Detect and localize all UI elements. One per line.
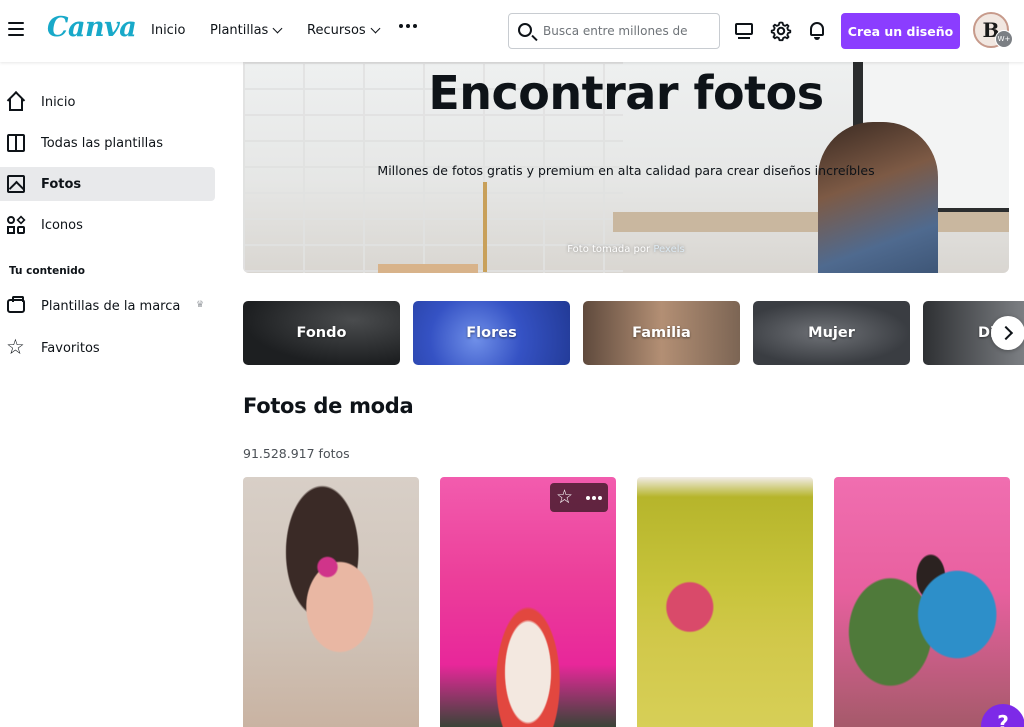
canva-logo[interactable]: Canva: [47, 12, 137, 43]
brand-kit-icon: [7, 296, 25, 313]
menu-icon[interactable]: [8, 22, 24, 38]
category-label: Flores: [466, 325, 517, 341]
photo-actions: ☆: [550, 483, 608, 512]
category-label: Fondo: [296, 325, 347, 341]
shapes-icon: [7, 215, 26, 234]
more-icon[interactable]: [399, 24, 417, 28]
sidebar-item-label: Inicio: [41, 94, 76, 110]
sidebar-item-plantillas-marca[interactable]: Plantillas de la marca ♛: [0, 289, 215, 323]
sidebar-section-heading: Tu contenido: [9, 265, 85, 277]
more-options-icon[interactable]: [579, 483, 608, 512]
search-input[interactable]: [543, 24, 713, 38]
photo-woman-with-orchid[interactable]: [243, 477, 419, 727]
photo-icon: [7, 175, 25, 193]
sidebar-item-inicio[interactable]: Inicio: [0, 85, 215, 119]
sidebar-item-plantillas[interactable]: Todas las plantillas: [0, 126, 215, 160]
sidebar-item-label: Favoritos: [41, 340, 100, 356]
photo-credit: Foto tomada por Pexels: [243, 244, 1009, 255]
crown-icon: ♛: [196, 300, 205, 310]
nav-plantillas-label: Plantillas: [210, 23, 269, 38]
category-familia[interactable]: Familia: [583, 301, 740, 365]
category-carousel: Fondo Flores Familia Mujer Di: [243, 301, 1024, 365]
category-label: Familia: [632, 325, 691, 341]
section-title: Fotos de moda: [243, 394, 414, 418]
category-mujer[interactable]: Mujer: [753, 301, 910, 365]
category-label: Mujer: [808, 325, 855, 341]
hero-subtitle: Millones de fotos gratis y premium en al…: [377, 163, 875, 178]
hero-photo-sill: [613, 212, 1009, 232]
nav-inicio[interactable]: Inicio: [151, 23, 185, 38]
sidebar-item-label: Iconos: [41, 217, 83, 233]
sidebar-item-label: Fotos: [41, 176, 82, 192]
gear-icon[interactable]: [770, 20, 792, 42]
photo-cake-pink-suit[interactable]: [440, 477, 616, 727]
hero-photo-desk: [378, 264, 478, 273]
nav-plantillas[interactable]: Plantillas: [210, 23, 283, 38]
chevron-down-icon: [272, 23, 283, 34]
sidebar-item-iconos[interactable]: Iconos: [0, 208, 215, 242]
photo-count: 91.528.917 fotos: [243, 446, 350, 461]
sidebar-item-favoritos[interactable]: ☆ Favoritos: [0, 331, 215, 365]
nav-inicio-label: Inicio: [151, 23, 186, 38]
photo-credit-prefix: Foto tomada por: [567, 244, 651, 255]
sidebar-item-fotos[interactable]: Fotos: [0, 167, 215, 201]
star-icon: ☆: [6, 335, 25, 359]
favorite-star-icon[interactable]: ☆: [550, 483, 579, 512]
monitor-icon[interactable]: [734, 20, 756, 42]
templates-icon: [7, 134, 25, 152]
page-title: Encontrar fotos: [428, 66, 824, 120]
bell-icon[interactable]: [806, 20, 828, 42]
category-fondo[interactable]: Fondo: [243, 301, 400, 365]
top-bar: Canva Inicio Plantillas Recursos Crea un…: [0, 0, 1024, 62]
sidebar-item-label: Todas las plantillas: [41, 135, 164, 151]
search-box: [508, 13, 720, 49]
sidebar-item-label: Plantillas de la marca: [41, 298, 181, 314]
home-icon: [9, 99, 23, 111]
photo-two-women-flowers[interactable]: [834, 477, 1010, 727]
chevron-right-icon[interactable]: [991, 316, 1024, 350]
search-icon[interactable]: [518, 23, 532, 37]
nav-recursos[interactable]: Recursos: [307, 23, 381, 38]
category-flores[interactable]: Flores: [413, 301, 570, 365]
create-design-button[interactable]: Crea un diseño: [841, 13, 960, 49]
pexels-link[interactable]: Pexels: [653, 244, 684, 255]
sidebar: Inicio Todas las plantillas Fotos Iconos…: [0, 62, 225, 727]
nav-recursos-label: Recursos: [307, 23, 366, 38]
team-badge: W+: [995, 30, 1013, 48]
photo-pineapple-bag[interactable]: [637, 477, 813, 727]
chevron-down-icon: [370, 23, 381, 34]
hero-photo-lamp: [483, 182, 487, 272]
